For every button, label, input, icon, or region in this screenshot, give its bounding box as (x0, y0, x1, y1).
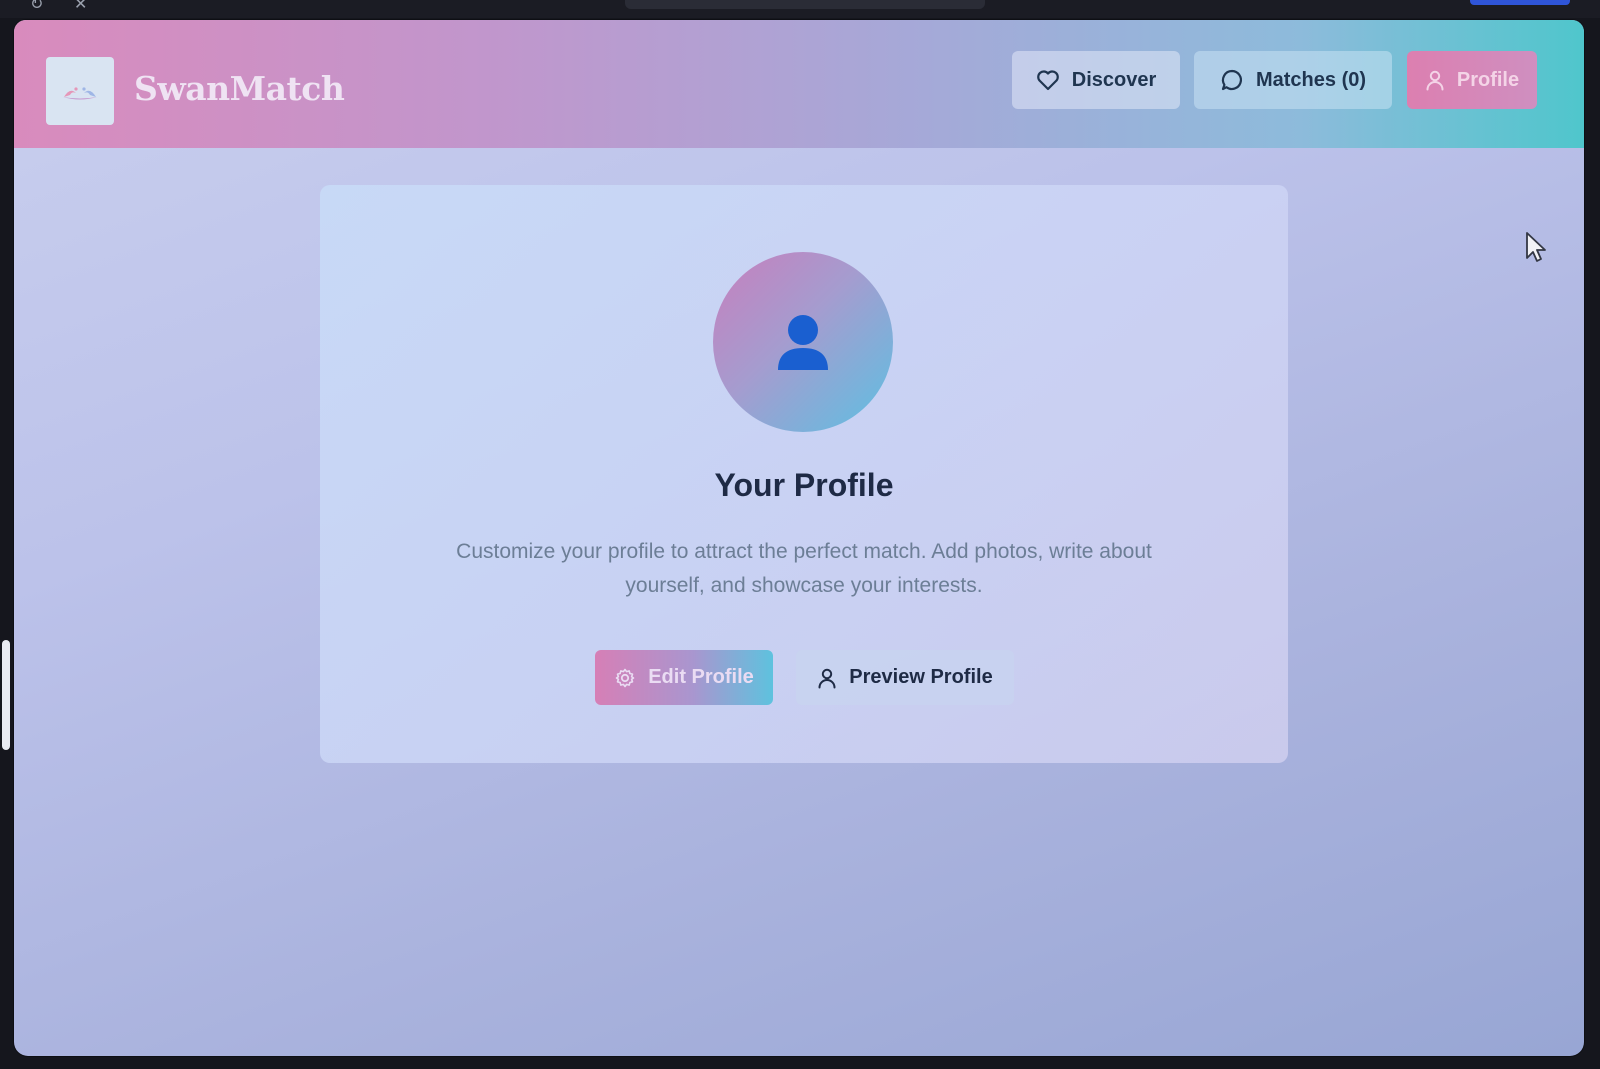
app-header: SwanMatch Discover Matches (0) Profile (14, 20, 1584, 148)
brand-name[interactable]: SwanMatch (134, 69, 345, 108)
edit-profile-label: Edit Profile (648, 666, 754, 688)
swans-logo-icon (63, 87, 97, 100)
profile-card: Your Profile Customize your profile to a… (320, 185, 1288, 763)
gear-icon (615, 668, 635, 687)
nav-profile-button[interactable]: Profile (1407, 51, 1537, 109)
browser-topbar: ↻ ✕ (0, 0, 1600, 18)
address-bar[interactable] (625, 0, 985, 9)
app-window: SwanMatch Discover Matches (0) Profile Y… (14, 20, 1584, 1056)
nav-matches-button[interactable]: Matches (0) (1194, 51, 1392, 109)
nav-discover-button[interactable]: Discover (1012, 51, 1180, 109)
user-icon (1426, 70, 1444, 91)
side-scrollbar[interactable] (2, 640, 10, 750)
user-silhouette-icon (778, 315, 828, 370)
mouse-cursor-icon (1526, 232, 1546, 262)
screen-bezel: ↻ ✕ SwanMatch Discover Matches (0) Profi… (0, 0, 1600, 1069)
page-title: Your Profile (714, 467, 894, 503)
preview-profile-button[interactable]: Preview Profile (796, 650, 1014, 705)
preview-profile-label: Preview Profile (849, 666, 993, 688)
nav-profile-label: Profile (1456, 68, 1520, 91)
profile-description: Customize your profile to attract the pe… (456, 540, 1152, 597)
extension-icon[interactable]: ✕ (74, 0, 87, 14)
logo[interactable] (46, 57, 114, 125)
nav-matches-label: Matches (0) (1255, 68, 1367, 91)
user-icon (818, 668, 836, 688)
edit-profile-button[interactable]: Edit Profile (595, 650, 773, 705)
nav-discover-label: Discover (1071, 68, 1157, 91)
browser-action-button[interactable] (1470, 0, 1570, 5)
reload-icon[interactable]: ↻ (30, 0, 43, 14)
avatar[interactable] (713, 252, 893, 432)
chat-bubble-icon (1221, 69, 1242, 91)
heart-icon (1036, 70, 1059, 91)
